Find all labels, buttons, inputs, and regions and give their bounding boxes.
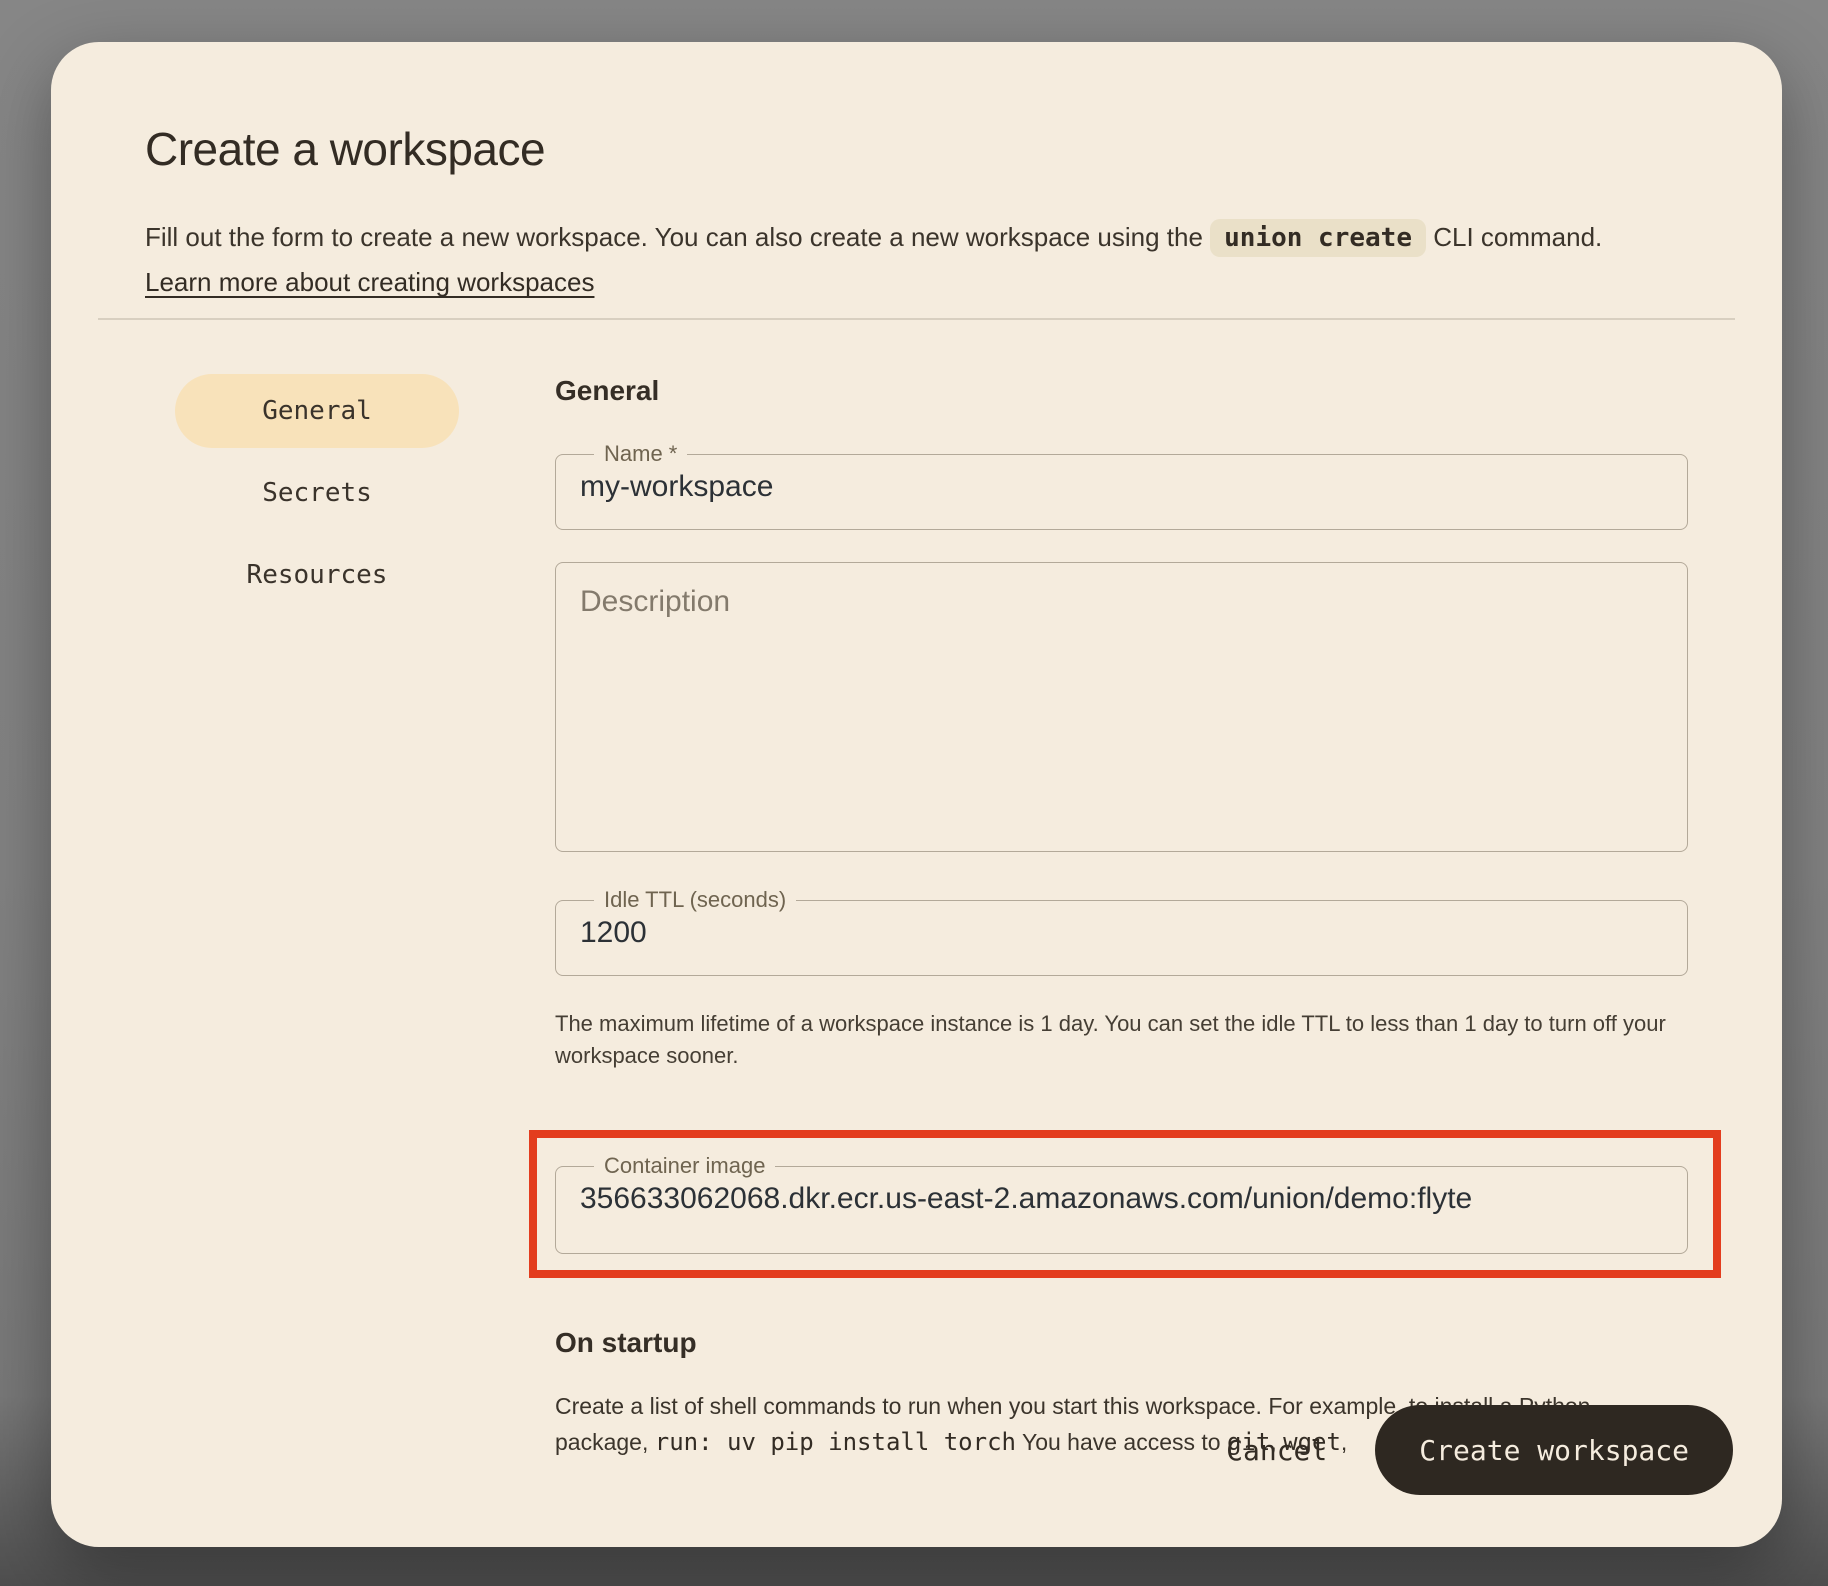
dialog-title: Create a workspace	[145, 122, 1688, 176]
cli-command-chip: union create	[1210, 219, 1426, 257]
idle-ttl-input[interactable]	[580, 912, 1663, 950]
description-field	[555, 562, 1688, 852]
section-title-general: General	[555, 374, 1688, 408]
create-workspace-button[interactable]: Create workspace	[1375, 1405, 1733, 1495]
settings-nav: General Secrets Resources	[175, 374, 459, 1460]
subtitle-text-end: CLI command.	[1433, 222, 1602, 252]
dialog-content: General Secrets Resources General Name *…	[145, 374, 1688, 1460]
startup-code-run-command: run: uv pip install torch	[655, 1428, 1016, 1456]
name-input[interactable]	[580, 466, 1663, 504]
idle-ttl-field-label: Idle TTL (seconds)	[594, 888, 796, 912]
description-input[interactable]	[556, 563, 1687, 851]
dialog-subtitle: Fill out the form to create a new worksp…	[145, 218, 1688, 257]
container-image-input[interactable]	[580, 1178, 1663, 1216]
header-divider	[98, 318, 1735, 320]
idle-ttl-field: Idle TTL (seconds)	[555, 888, 1688, 976]
tab-secrets[interactable]: Secrets	[175, 456, 459, 530]
startup-text: You have access to	[1016, 1429, 1227, 1455]
container-image-field-label: Container image	[594, 1154, 775, 1178]
tab-general[interactable]: General	[175, 374, 459, 448]
name-field: Name *	[555, 442, 1688, 530]
cancel-button[interactable]: Cancel	[1226, 1434, 1327, 1467]
section-title-on-startup: On startup	[555, 1326, 1688, 1360]
general-form: General Name * Idle TTL (seconds) The ma…	[555, 374, 1688, 1460]
idle-ttl-helper-text: The maximum lifetime of a workspace inst…	[555, 1008, 1688, 1072]
tab-resources[interactable]: Resources	[175, 538, 459, 612]
dialog-footer: Cancel Create workspace	[1226, 1405, 1733, 1495]
container-image-field-wrap: Container image	[555, 1154, 1688, 1254]
name-field-label: Name *	[594, 442, 687, 466]
container-image-field: Container image	[555, 1154, 1688, 1254]
learn-more-link[interactable]: Learn more about creating workspaces	[145, 267, 594, 298]
subtitle-text: Fill out the form to create a new worksp…	[145, 222, 1210, 252]
create-workspace-dialog: Create a workspace Fill out the form to …	[51, 42, 1782, 1547]
